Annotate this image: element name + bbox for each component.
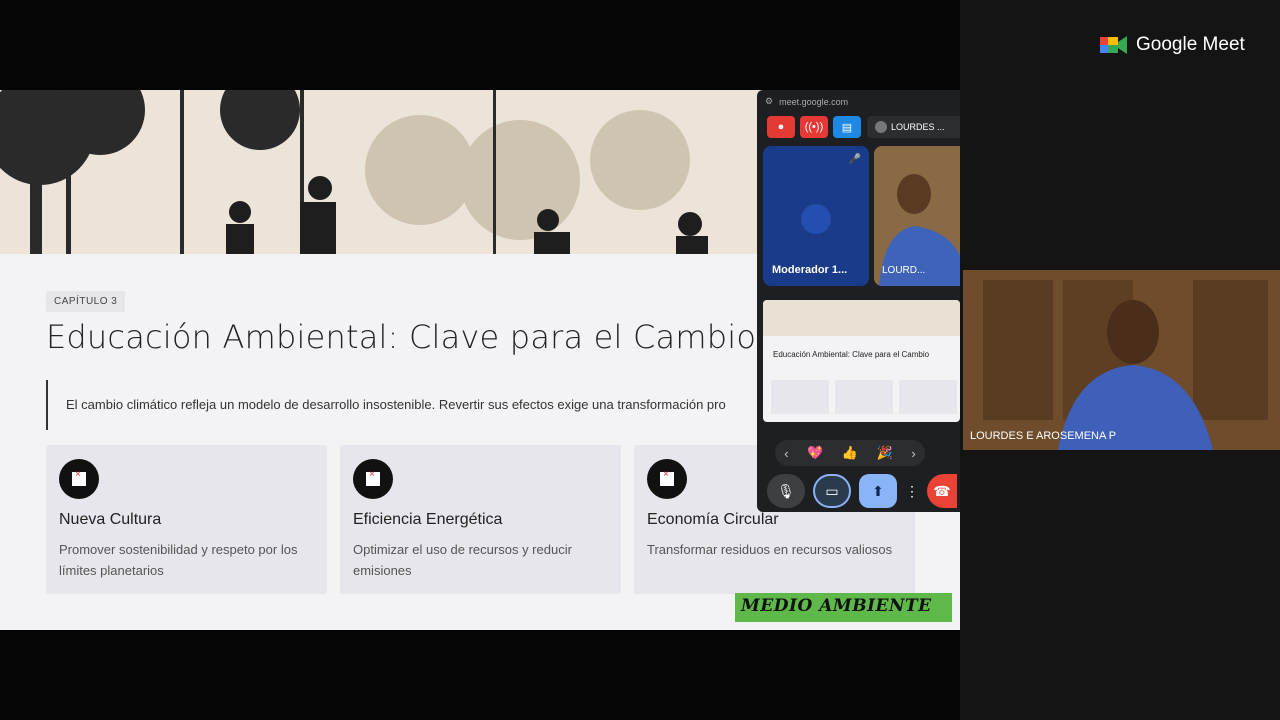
mic-button[interactable]: 🎙: [767, 474, 805, 508]
broken-image-icon: [353, 459, 393, 499]
participant-video-feed: [963, 270, 1280, 450]
url-bar: ⚙ meet.google.com: [765, 96, 848, 107]
organization-logo: [801, 204, 831, 234]
url-text: meet.google.com: [779, 96, 849, 107]
reactions-next-icon[interactable]: ›: [911, 446, 915, 461]
present-button[interactable]: ⬆: [859, 474, 897, 508]
google-meet-logo: Google Meet: [1100, 34, 1245, 56]
participant-video-name: LOURDES E AROSEMENA P: [970, 430, 1117, 442]
mini-card: [899, 380, 957, 414]
reactions-prev-icon[interactable]: ‹: [784, 446, 788, 461]
app-title: Google Meet: [1136, 34, 1245, 55]
call-controls: 🎙 ▭ ⬆ ⋮ ☎: [767, 474, 957, 508]
moderator-tile[interactable]: 🎤 Moderador 1...: [763, 146, 869, 286]
chapter-tag: CAPÍTULO 3: [46, 291, 126, 312]
participant-tile[interactable]: LOURD...: [874, 146, 960, 286]
card-title: Nueva Cultura: [59, 511, 162, 528]
participant-name: LOURD...: [882, 265, 926, 276]
user-pill-label: LOURDES ...: [891, 122, 945, 132]
heart-reaction-icon[interactable]: 💖: [807, 445, 823, 461]
moderator-name: Moderador 1...: [772, 264, 848, 276]
broken-image-icon: [59, 459, 99, 499]
avatar: [875, 121, 887, 133]
mic-off-icon: 🎤: [848, 154, 861, 165]
card-description: Optimizar el uso de recursos y reducir e…: [353, 542, 572, 578]
medio-ambiente-label: MEDIO AMBIENTE: [735, 593, 952, 622]
site-settings-icon[interactable]: ⚙: [765, 96, 773, 107]
more-button[interactable]: ⋮: [905, 474, 919, 508]
slide-quote: El cambio climático refleja un modelo de…: [46, 380, 766, 430]
mini-hero: [763, 300, 960, 336]
microphone-icon: 🎙: [777, 482, 795, 499]
card-title: Economía Circular: [647, 511, 779, 528]
meet-window: Google Meet CAPÍTULO 3 Educación Ambient…: [0, 0, 1280, 720]
present-icon: ⬆: [872, 482, 884, 499]
transcript-icon[interactable]: ▤: [833, 116, 861, 138]
camera-icon: ▭: [825, 482, 839, 499]
host-controls: ● ((•)) ▤: [767, 116, 861, 138]
card-title: Eficiencia Energética: [353, 511, 503, 528]
card-description: Transformar residuos en recursos valioso…: [647, 542, 893, 557]
mini-card: [771, 380, 829, 414]
slide-title: Educación Ambiental: Clave para el Cambi…: [46, 318, 757, 356]
card-description: Promover sostenibilidad y respeto por lo…: [59, 542, 298, 578]
end-call-button[interactable]: ☎: [927, 474, 957, 508]
broken-image-icon: [647, 459, 687, 499]
thumbs-up-reaction-icon[interactable]: 👍: [842, 445, 858, 461]
user-pill[interactable]: LOURDES ...: [867, 116, 960, 138]
more-options-icon: ⋮: [905, 482, 919, 499]
camera-button[interactable]: ▭: [813, 474, 851, 508]
meet-pip-window[interactable]: ⚙ meet.google.com ● ((•)) ▤ LOURDES ... …: [757, 90, 960, 512]
card-eficiencia-energetica: Eficiencia Energética Optimizar el uso d…: [340, 445, 621, 594]
mini-slide-title: Educación Ambiental: Clave para el Cambi…: [773, 350, 930, 359]
mini-card: [835, 380, 893, 414]
party-reaction-icon[interactable]: 🎉: [877, 445, 893, 461]
broadcast-icon[interactable]: ((•)): [800, 116, 828, 138]
record-icon[interactable]: ●: [767, 116, 795, 138]
meet-camera-icon: [1100, 36, 1127, 54]
hang-up-icon: ☎: [933, 482, 951, 499]
card-nueva-cultura: Nueva Cultura Promover sostenibilidad y …: [46, 445, 327, 594]
screen-share-preview[interactable]: Educación Ambiental: Clave para el Cambi…: [763, 300, 960, 422]
participant-video[interactable]: LOURDES E AROSEMENA P: [963, 270, 1280, 450]
reactions-bar: ‹ 💖 👍 🎉 ›: [775, 440, 925, 466]
